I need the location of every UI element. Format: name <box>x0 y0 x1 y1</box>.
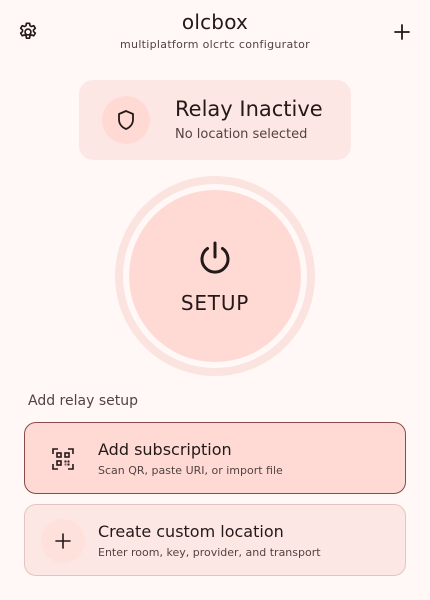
section-heading: Add relay setup <box>28 393 138 409</box>
plus-icon <box>394 24 410 40</box>
add-subscription-title: Add subscription <box>98 440 232 459</box>
create-custom-location-description: Enter room, key, provider, and transport <box>98 546 321 559</box>
app-title: olcbox <box>181 10 249 34</box>
relay-status-card: Relay Inactive No location selected <box>79 80 351 160</box>
add-subscription-card[interactable]: Add subscription Scan QR, paste URI, or … <box>24 422 406 494</box>
plus-icon <box>55 533 71 549</box>
qr-scan-icon-container <box>41 437 85 481</box>
status-icon-container <box>102 96 150 144</box>
power-button-label: SETUP <box>180 291 250 315</box>
shield-icon <box>118 110 134 130</box>
qr-scan-icon <box>52 448 74 470</box>
setup-power-button[interactable]: SETUP <box>129 190 301 362</box>
create-custom-location-card[interactable]: Create custom location Enter room, key, … <box>24 504 406 576</box>
add-subscription-description: Scan QR, paste URI, or import file <box>98 464 283 477</box>
relay-status-subtitle: No location selected <box>175 127 308 142</box>
create-custom-location-title: Create custom location <box>98 522 284 541</box>
app-header: olcbox multiplatform olcrtc configurator <box>0 0 430 64</box>
relay-status-title: Relay Inactive <box>175 97 323 121</box>
add-button[interactable] <box>382 12 422 52</box>
plus-icon-container <box>41 519 85 563</box>
power-icon <box>200 241 230 274</box>
app-subtitle: multiplatform olcrtc configurator <box>120 38 310 51</box>
